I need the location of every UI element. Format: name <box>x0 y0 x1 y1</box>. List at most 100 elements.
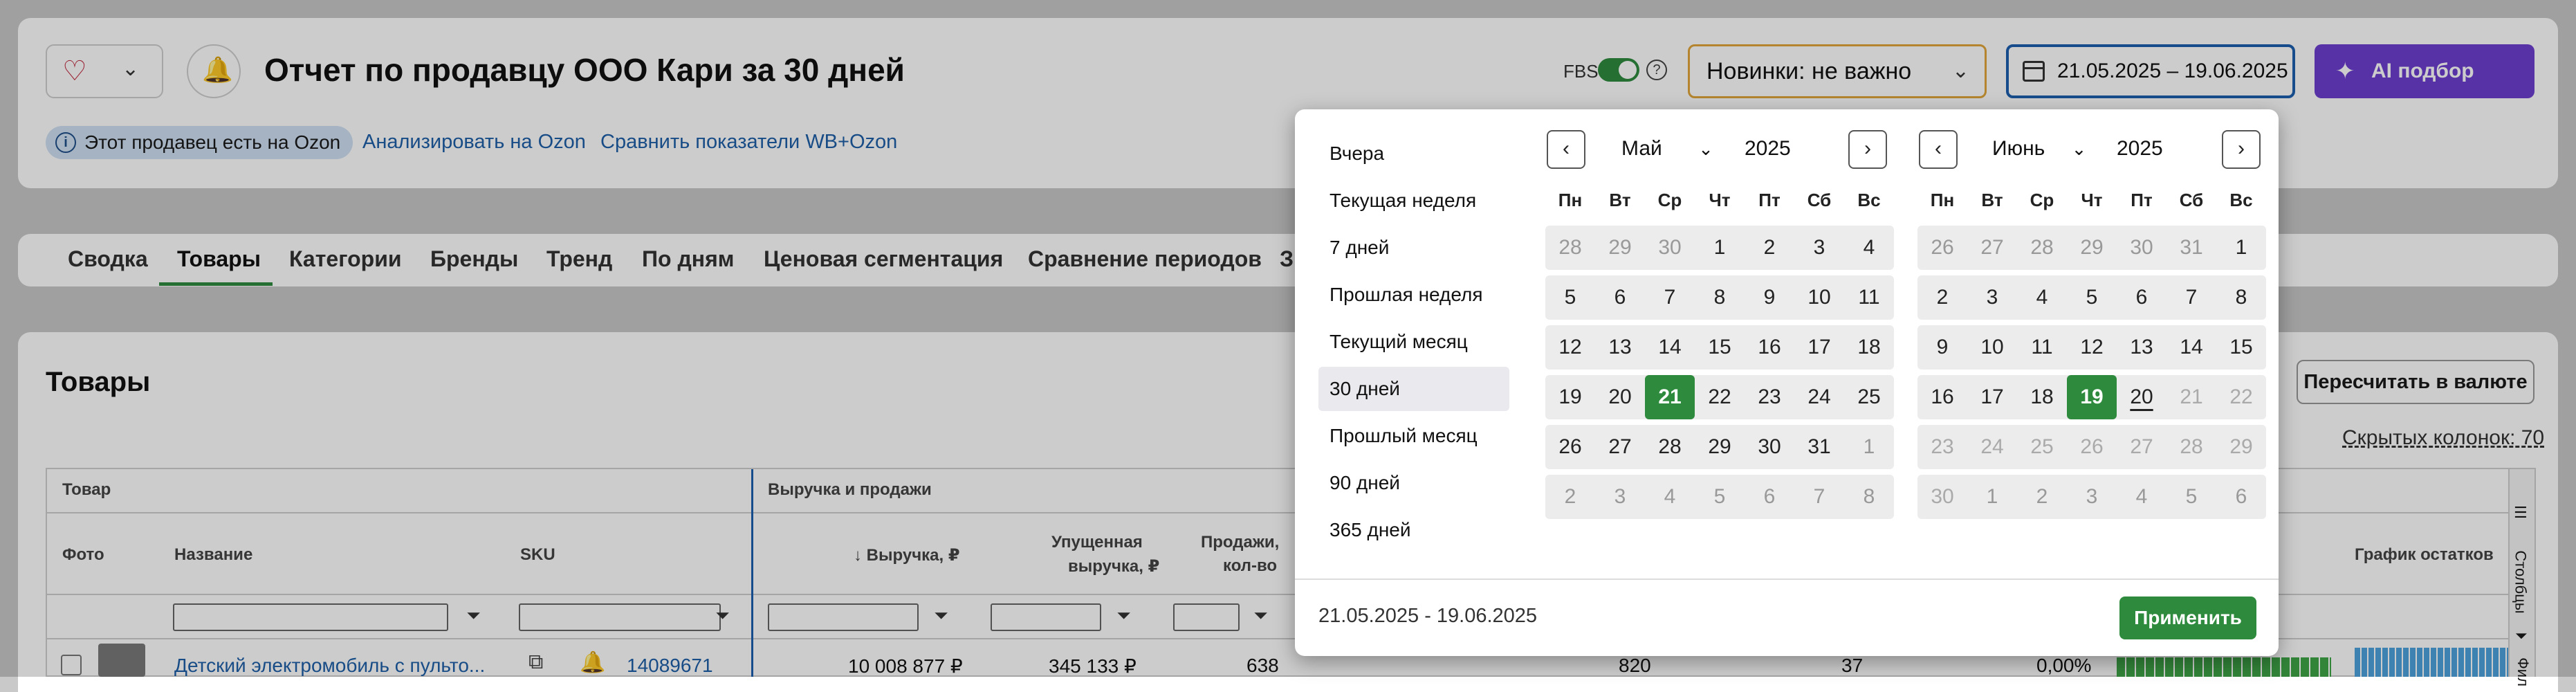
calendar-day[interactable]: 12 <box>2067 325 2117 370</box>
calendar-day[interactable]: 22 <box>2216 375 2266 419</box>
calendar-day[interactable]: 5 <box>1545 275 1595 320</box>
calendar-day[interactable]: 28 <box>2166 425 2216 469</box>
calendar-day[interactable]: 20 <box>2117 375 2166 419</box>
calendar-day[interactable]: 21 <box>2166 375 2216 419</box>
calendar-day[interactable]: 12 <box>1545 325 1595 370</box>
calendar-day[interactable]: 31 <box>1794 425 1844 469</box>
calendar-day[interactable]: 13 <box>2117 325 2166 370</box>
preset-item[interactable]: 365 дней <box>1318 508 1509 552</box>
calendar-day[interactable]: 6 <box>2117 275 2166 320</box>
calendar-day[interactable]: 10 <box>1967 325 2017 370</box>
calendar-day[interactable]: 26 <box>2067 425 2117 469</box>
calendar-day[interactable]: 31 <box>2166 226 2216 270</box>
apply-button[interactable]: Применить <box>2119 597 2256 639</box>
calendar-day[interactable]: 22 <box>1695 375 1745 419</box>
calendar-day[interactable]: 5 <box>1695 475 1745 519</box>
calendar-day[interactable]: 14 <box>1645 325 1695 370</box>
calendar-day[interactable]: 29 <box>1595 226 1645 270</box>
prev-month-button-right[interactable]: ‹ <box>1919 130 1958 169</box>
preset-item[interactable]: Вчера <box>1318 131 1509 176</box>
preset-item[interactable]: 30 дней <box>1318 367 1509 411</box>
calendar-day[interactable]: 18 <box>1844 325 1894 370</box>
calendar-day[interactable]: 2 <box>1745 226 1794 270</box>
calendar-day[interactable]: 4 <box>2117 475 2166 519</box>
calendar-day[interactable]: 8 <box>2216 275 2266 320</box>
calendar-day[interactable]: 6 <box>1745 475 1794 519</box>
calendar-day[interactable]: 1 <box>2216 226 2266 270</box>
calendar-day[interactable]: 11 <box>2017 325 2067 370</box>
right-month-select[interactable]: Июнь ⌄ <box>1992 137 2086 161</box>
calendar-day[interactable]: 9 <box>1745 275 1794 320</box>
calendar-day[interactable]: 2 <box>2017 475 2067 519</box>
calendar-day[interactable]: 9 <box>1917 325 1967 370</box>
calendar-day[interactable]: 30 <box>2117 226 2166 270</box>
calendar-day[interactable]: 3 <box>1794 226 1844 270</box>
calendar-day[interactable]: 18 <box>2017 375 2067 419</box>
calendar-day[interactable]: 1 <box>1967 475 2017 519</box>
right-year-select[interactable]: 2025 <box>2117 137 2163 161</box>
calendar-day[interactable]: 30 <box>1745 425 1794 469</box>
next-month-button[interactable]: › <box>2222 130 2261 169</box>
calendar-day[interactable]: 27 <box>1595 425 1645 469</box>
left-year-select[interactable]: 2025 <box>1745 137 1791 161</box>
calendar-day[interactable]: 5 <box>2067 275 2117 320</box>
calendar-day[interactable]: 23 <box>1745 375 1794 419</box>
calendar-day[interactable]: 1 <box>1695 226 1745 270</box>
calendar-day[interactable]: 13 <box>1595 325 1645 370</box>
calendar-day[interactable]: 8 <box>1844 475 1894 519</box>
preset-item[interactable]: Прошлый месяц <box>1318 414 1509 458</box>
calendar-day[interactable]: 4 <box>2017 275 2067 320</box>
calendar-day[interactable]: 23 <box>1917 425 1967 469</box>
calendar-day[interactable]: 15 <box>1695 325 1745 370</box>
preset-item[interactable]: Прошлая неделя <box>1318 273 1509 317</box>
calendar-day[interactable]: 4 <box>1645 475 1695 519</box>
calendar-day[interactable]: 29 <box>1695 425 1745 469</box>
left-month-select[interactable]: Май ⌄ <box>1621 137 1713 161</box>
calendar-day[interactable]: 21 <box>1645 375 1695 419</box>
calendar-day[interactable]: 30 <box>1917 475 1967 519</box>
calendar-day[interactable]: 5 <box>2166 475 2216 519</box>
calendar-day[interactable]: 19 <box>1545 375 1595 419</box>
calendar-day[interactable]: 16 <box>1917 375 1967 419</box>
prev-month-button[interactable]: ‹ <box>1547 130 1585 169</box>
calendar-day[interactable]: 29 <box>2216 425 2266 469</box>
next-month-button-left[interactable]: › <box>1848 130 1887 169</box>
calendar-day[interactable]: 24 <box>1794 375 1844 419</box>
preset-item[interactable]: 90 дней <box>1318 461 1509 505</box>
preset-item[interactable]: Текущий месяц <box>1318 320 1509 364</box>
calendar-day[interactable]: 28 <box>2017 226 2067 270</box>
calendar-day[interactable]: 16 <box>1745 325 1794 370</box>
calendar-day[interactable]: 26 <box>1545 425 1595 469</box>
calendar-day[interactable]: 2 <box>1545 475 1595 519</box>
calendar-day[interactable]: 26 <box>1917 226 1967 270</box>
calendar-day[interactable]: 27 <box>2117 425 2166 469</box>
calendar-day[interactable]: 17 <box>1967 375 2017 419</box>
calendar-day[interactable]: 27 <box>1967 226 2017 270</box>
calendar-day[interactable]: 6 <box>2216 475 2266 519</box>
calendar-day[interactable]: 28 <box>1645 425 1695 469</box>
calendar-day[interactable]: 14 <box>2166 325 2216 370</box>
calendar-day[interactable]: 7 <box>1645 275 1695 320</box>
calendar-day[interactable]: 2 <box>1917 275 1967 320</box>
calendar-day[interactable]: 29 <box>2067 226 2117 270</box>
calendar-day[interactable]: 25 <box>2017 425 2067 469</box>
preset-item[interactable]: Текущая неделя <box>1318 179 1509 223</box>
calendar-day[interactable]: 3 <box>1967 275 2017 320</box>
calendar-day[interactable]: 15 <box>2216 325 2266 370</box>
calendar-day[interactable]: 10 <box>1794 275 1844 320</box>
calendar-day[interactable]: 8 <box>1695 275 1745 320</box>
calendar-day[interactable]: 4 <box>1844 226 1894 270</box>
calendar-day[interactable]: 11 <box>1844 275 1894 320</box>
calendar-day[interactable]: 25 <box>1844 375 1894 419</box>
calendar-day[interactable]: 17 <box>1794 325 1844 370</box>
calendar-day[interactable]: 3 <box>2067 475 2117 519</box>
calendar-day[interactable]: 24 <box>1967 425 2017 469</box>
calendar-day[interactable]: 7 <box>2166 275 2216 320</box>
calendar-day[interactable]: 19 <box>2067 375 2117 419</box>
calendar-day[interactable]: 30 <box>1645 226 1695 270</box>
preset-item[interactable]: 7 дней <box>1318 226 1509 270</box>
calendar-day[interactable]: 1 <box>1844 425 1894 469</box>
calendar-day[interactable]: 20 <box>1595 375 1645 419</box>
calendar-day[interactable]: 3 <box>1595 475 1645 519</box>
calendar-day[interactable]: 28 <box>1545 226 1595 270</box>
